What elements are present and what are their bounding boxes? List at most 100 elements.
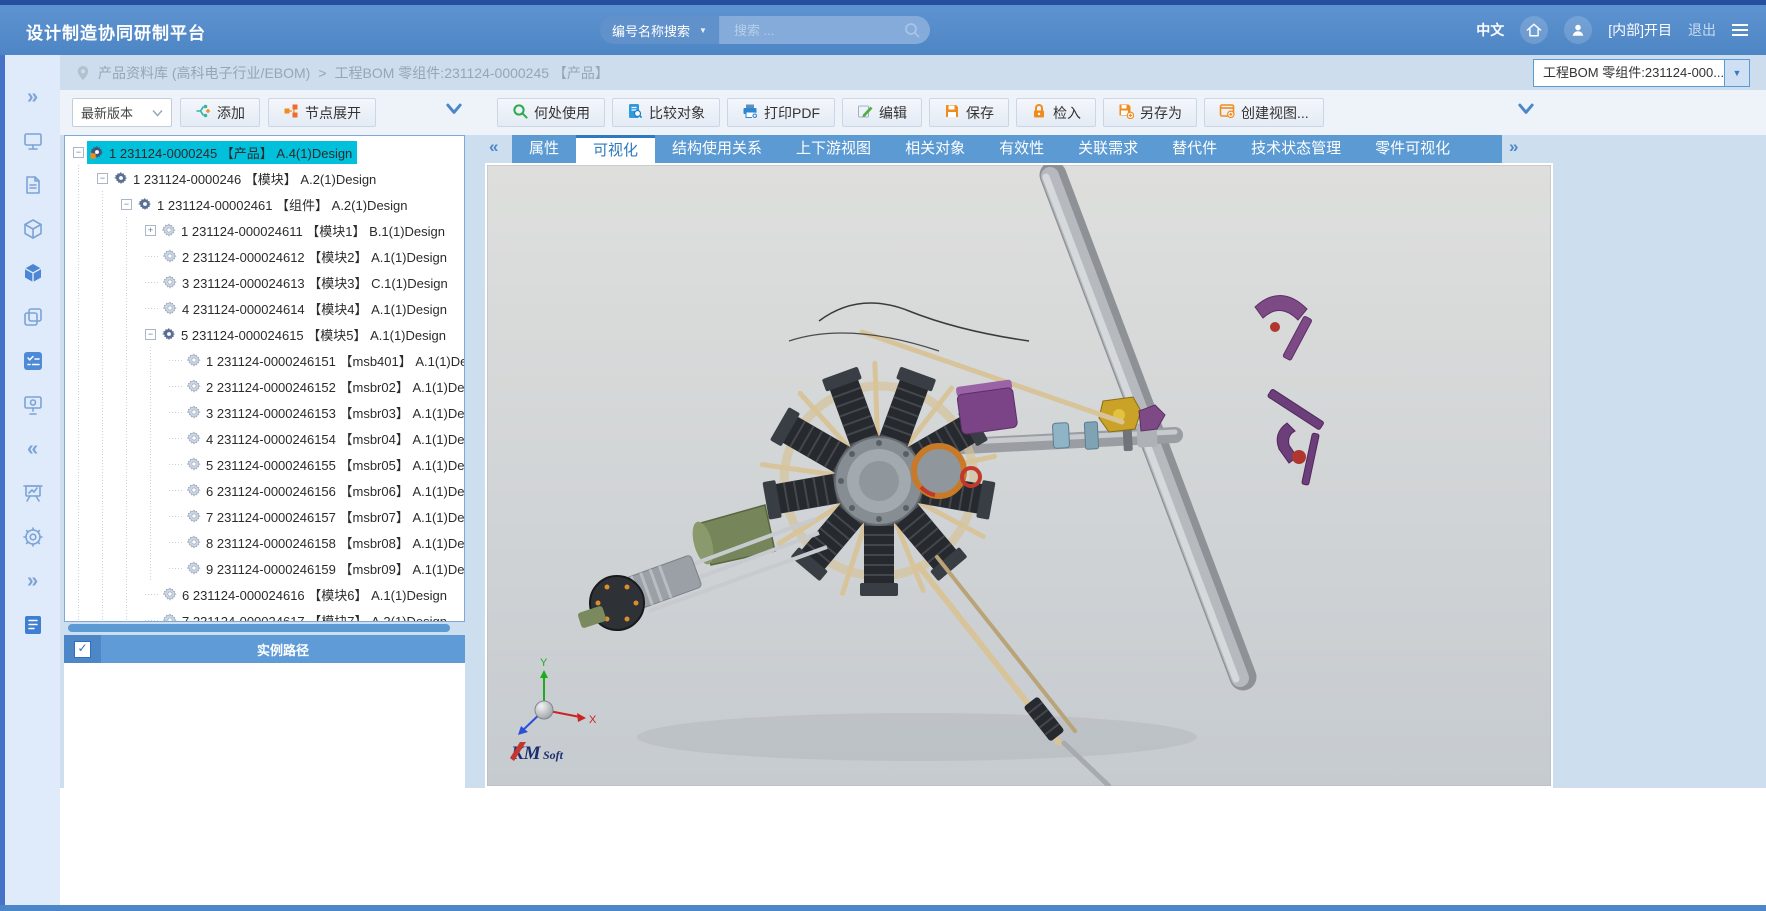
tree-node-content[interactable]: 2 231124-000024612 【模块2】 A.1(1)Design — [160, 245, 452, 268]
tree-node-content[interactable]: 1 231124-00002461 【组件】 A.2(1)Design — [135, 193, 413, 216]
logout-button[interactable]: 退出 — [1688, 20, 1716, 40]
expand-more-icon[interactable]: » — [21, 569, 45, 593]
tab-可视化[interactable]: 可视化 — [576, 135, 655, 163]
tree-node-content[interactable]: 3 231124-0000246153 【msbr03】 A.1(1)Desig… — [184, 401, 465, 424]
tree-toolbar-expand-icon[interactable] — [445, 102, 463, 121]
tree-node[interactable]: −5 231124-000024615 【模块5】 A.1(1)Design — [65, 321, 464, 347]
edit-button[interactable]: 编辑 — [842, 98, 922, 127]
collapse-expander-icon[interactable]: − — [97, 173, 108, 184]
collapse-expander-icon[interactable]: − — [73, 147, 84, 158]
tree-node-content[interactable]: 8 231124-0000246158 【msbr08】 A.1(1)Desig… — [184, 531, 465, 554]
expand-expander-icon[interactable]: + — [145, 225, 156, 236]
breadcrumb-root[interactable]: 产品资料库 (高科电子行业/EBOM) — [98, 63, 310, 83]
expand-node-button[interactable]: 节点展开 — [268, 98, 376, 127]
tree-node-content[interactable]: 7 231124-000024617 【模块7】 A.2(1)Design — [160, 609, 452, 623]
cube-outline-icon[interactable] — [21, 217, 45, 241]
tree-node[interactable]: −1 231124-0000245 【产品】 A.4(1)Design — [65, 139, 464, 165]
save-button[interactable]: 保存 — [929, 98, 1009, 127]
chevron-down-icon[interactable]: ▼ — [1724, 60, 1749, 86]
tree-node[interactable]: 9 231124-0000246159 【msbr09】 A.1(1)Desig… — [65, 555, 464, 581]
gear-icon[interactable] — [21, 525, 45, 549]
instance-path-checkbox[interactable]: ✓ — [74, 641, 91, 658]
menu-icon[interactable] — [1732, 24, 1748, 36]
tree-node-content[interactable]: 1 231124-0000246 【模块】 A.2(1)Design — [111, 167, 381, 190]
tree-node[interactable]: 2 231124-0000246152 【msbr02】 A.1(1)Desig… — [65, 373, 464, 399]
presentation-icon[interactable] — [21, 481, 45, 505]
tree-node-content[interactable]: 7 231124-0000246157 【msbr07】 A.1(1)Desig… — [184, 505, 465, 528]
tree-connector — [169, 503, 184, 529]
tree-node[interactable]: 2 231124-000024612 【模块2】 A.1(1)Design — [65, 243, 464, 269]
tree-node-selected[interactable]: 1 231124-0000245 【产品】 A.4(1)Design — [87, 141, 357, 164]
instance-path-button[interactable]: 实例路径 — [101, 635, 465, 663]
home-icon[interactable] — [1520, 16, 1548, 44]
search-input[interactable] — [732, 22, 900, 39]
tree-node-content[interactable]: 4 231124-000024614 【模块4】 A.1(1)Design — [160, 297, 452, 320]
tree-node[interactable]: 6 231124-0000246156 【msbr06】 A.1(1)Desig… — [65, 477, 464, 503]
3d-model-viewport[interactable]: Y X KM Soft — [487, 165, 1551, 786]
document-icon[interactable] — [21, 173, 45, 197]
tree-node-content[interactable]: 2 231124-0000246152 【msbr02】 A.1(1)Desig… — [184, 375, 465, 398]
tree-node-content[interactable]: 5 231124-0000246155 【msbr05】 A.1(1)Desig… — [184, 453, 465, 476]
tree-node-content[interactable]: 1 231124-0000246151 【msb401】 A.1(1)Desig… — [184, 349, 465, 372]
current-user-label[interactable]: [内部]开目 — [1608, 20, 1672, 40]
collapse-expander-icon[interactable]: − — [145, 329, 156, 340]
tab-技术状态管理[interactable]: 技术状态管理 — [1234, 135, 1358, 163]
tab-上下游视图[interactable]: 上下游视图 — [779, 135, 888, 163]
collapse-panel-icon[interactable]: « — [21, 437, 45, 461]
add-button[interactable]: 添加 — [180, 98, 260, 127]
tree-node[interactable]: 3 231124-000024613 【模块3】 C.1(1)Design — [65, 269, 464, 295]
tree-node[interactable]: 4 231124-0000246154 【msbr04】 A.1(1)Desig… — [65, 425, 464, 451]
layers-icon[interactable] — [21, 305, 45, 329]
tab-属性[interactable]: 属性 — [512, 135, 576, 163]
checklist-icon[interactable] — [21, 349, 45, 373]
version-dropdown[interactable]: 最新版本 — [72, 98, 172, 127]
tree-node[interactable]: −1 231124-0000246 【模块】 A.2(1)Design — [65, 165, 464, 191]
tree-node[interactable]: 7 231124-000024617 【模块7】 A.2(1)Design — [65, 607, 464, 622]
tree-node[interactable]: 6 231124-000024616 【模块6】 A.1(1)Design — [65, 581, 464, 607]
tree-node[interactable]: 7 231124-0000246157 【msbr07】 A.1(1)Desig… — [65, 503, 464, 529]
tab-有效性[interactable]: 有效性 — [982, 135, 1061, 163]
main-toolbar-expand-icon[interactable] — [1517, 102, 1535, 121]
tree-node[interactable]: 1 231124-0000246151 【msb401】 A.1(1)Desig… — [65, 347, 464, 373]
expand-panel-icon[interactable]: » — [21, 85, 45, 109]
tab-替代件[interactable]: 替代件 — [1155, 135, 1234, 163]
language-switch[interactable]: 中文 — [1476, 20, 1504, 40]
checkin-button[interactable]: 检入 — [1016, 98, 1096, 127]
cube-solid-icon[interactable] — [21, 261, 45, 285]
tree-node[interactable]: −1 231124-00002461 【组件】 A.2(1)Design — [65, 191, 464, 217]
tree-indent-guide — [145, 555, 169, 581]
collapse-expander-icon[interactable]: − — [121, 199, 132, 210]
tree-node-content[interactable]: 1 231124-000024611 【模块1】 B.1(1)Design — [159, 219, 450, 242]
search-category-dropdown[interactable]: 编号名称搜索 ▼ — [600, 16, 720, 44]
tab-相关对象[interactable]: 相关对象 — [888, 135, 982, 163]
notebook-icon[interactable] — [21, 613, 45, 637]
where-used-button[interactable]: 何处使用 — [497, 98, 605, 127]
tree-node[interactable]: 4 231124-000024614 【模块4】 A.1(1)Design — [65, 295, 464, 321]
tabs-scroll-left-icon[interactable]: « — [489, 137, 498, 157]
tree-node-content[interactable]: 5 231124-000024615 【模块5】 A.1(1)Design — [159, 323, 451, 346]
save-as-button[interactable]: 另存为 — [1103, 98, 1197, 127]
tab-结构使用关系[interactable]: 结构使用关系 — [655, 135, 779, 163]
monitor-icon[interactable] — [21, 129, 45, 153]
monitor-eye-icon[interactable] — [21, 393, 45, 417]
tree-node[interactable]: +1 231124-000024611 【模块1】 B.1(1)Design — [65, 217, 464, 243]
tree-node[interactable]: 3 231124-0000246153 【msbr03】 A.1(1)Desig… — [65, 399, 464, 425]
gear-solid-icon — [162, 327, 176, 341]
tree-node-content[interactable]: 9 231124-0000246159 【msbr09】 A.1(1)Desig… — [184, 557, 465, 580]
view-selector-dropdown[interactable]: 工程BOM 零组件:231124-000... ▼ — [1533, 59, 1750, 87]
tabs-scroll-right-icon[interactable]: » — [1509, 137, 1518, 157]
tree-node[interactable]: 5 231124-0000246155 【msbr05】 A.1(1)Desig… — [65, 451, 464, 477]
tree-node-content[interactable]: 6 231124-000024616 【模块6】 A.1(1)Design — [160, 583, 452, 606]
tree-node[interactable]: 8 231124-0000246158 【msbr08】 A.1(1)Desig… — [65, 529, 464, 555]
print-pdf-button[interactable]: 打印PDF — [727, 98, 835, 127]
tree-node-content[interactable]: 3 231124-000024613 【模块3】 C.1(1)Design — [160, 271, 453, 294]
tree-node-content[interactable]: 6 231124-0000246156 【msbr06】 A.1(1)Desig… — [184, 479, 465, 502]
compare-button[interactable]: 比较对象 — [612, 98, 720, 127]
tab-零件可视化[interactable]: 零件可视化 — [1358, 135, 1467, 163]
user-icon[interactable] — [1564, 16, 1592, 44]
tree-node-content[interactable]: 4 231124-0000246154 【msbr04】 A.1(1)Desig… — [184, 427, 465, 450]
tree-h-scrollbar-thumb[interactable] — [68, 624, 450, 632]
create-view-button[interactable]: 创建视图... — [1204, 98, 1324, 127]
tab-关联需求[interactable]: 关联需求 — [1061, 135, 1155, 163]
search-icon[interactable] — [903, 21, 921, 44]
